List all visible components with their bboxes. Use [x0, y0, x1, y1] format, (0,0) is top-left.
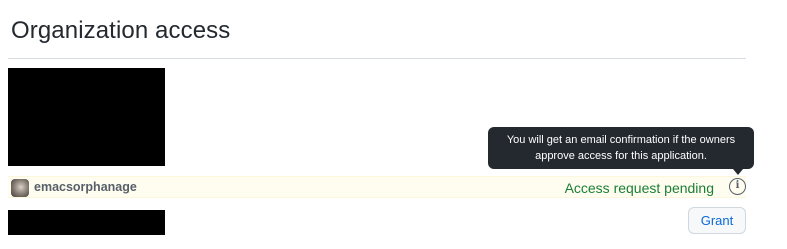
info-icon[interactable]: i	[729, 178, 746, 195]
grant-button[interactable]: Grant	[688, 207, 746, 234]
info-tooltip: You will get an email confirmation if th…	[488, 127, 754, 169]
access-pending-status: Access request pending	[564, 180, 714, 196]
tooltip-arrow	[733, 169, 743, 175]
section-title: Organization access	[11, 17, 231, 44]
divider	[8, 58, 746, 59]
redacted-block	[8, 210, 165, 235]
tooltip-line-2: approve access for this application.	[535, 150, 707, 162]
tooltip-line-1: You will get an email confirmation if th…	[506, 134, 736, 146]
org-row-emacsorphanage: emacsorphanage Access request pending i	[8, 176, 746, 198]
redacted-block	[8, 68, 165, 166]
org-avatar	[11, 179, 29, 197]
org-name[interactable]: emacsorphanage	[34, 180, 137, 194]
